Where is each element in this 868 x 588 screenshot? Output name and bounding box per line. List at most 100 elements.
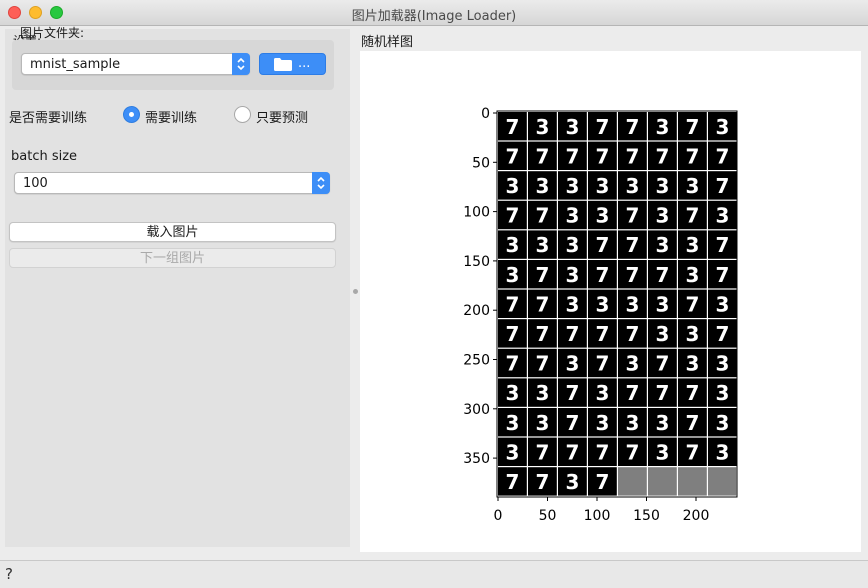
digit-glyph: 7 xyxy=(595,233,609,257)
digit-glyph: 7 xyxy=(685,115,699,139)
digit-glyph: 3 xyxy=(715,411,729,435)
digit-glyph: 3 xyxy=(565,233,579,257)
digit-glyph: 7 xyxy=(625,381,639,405)
empty-tile xyxy=(708,467,737,496)
empty-tile xyxy=(678,467,707,496)
y-tick-label: 200 xyxy=(463,303,490,319)
sample-image-plot: 7 3 3 7 7 3 7 37 7 7 7 7 7 7 73 3 3 3 3 3 3 77 7 3 3 7 3 7 33 3 3 7 7 3 3 7… xyxy=(463,106,738,524)
y-tick-label: 50 xyxy=(472,155,490,171)
digit-glyph: 7 xyxy=(505,322,519,346)
digit-glyph: 3 xyxy=(565,292,579,316)
y-tick-label: 350 xyxy=(463,451,490,467)
digit-glyph: 7 xyxy=(655,144,669,168)
digit-glyph: 7 xyxy=(595,144,609,168)
digit-glyph: 3 xyxy=(535,411,549,435)
load-images-button[interactable]: 载入图片 xyxy=(9,222,336,242)
batch-size-select[interactable]: 100 xyxy=(14,172,330,194)
digit-glyph: 3 xyxy=(715,292,729,316)
radio-need-training-label[interactable]: 需要训练 xyxy=(145,107,197,126)
digit-glyph: 3 xyxy=(565,115,579,139)
y-tick-label: 100 xyxy=(463,205,490,221)
digit-glyph: 3 xyxy=(535,233,549,257)
digit-glyph: 7 xyxy=(685,381,699,405)
digit-glyph: 3 xyxy=(655,440,669,464)
digit-glyph: 3 xyxy=(565,352,579,376)
digit-glyph: 7 xyxy=(565,440,579,464)
digit-glyph: 7 xyxy=(505,352,519,376)
digit-glyph: 7 xyxy=(535,440,549,464)
digit-glyph: 7 xyxy=(715,322,729,346)
digit-glyph: 7 xyxy=(625,115,639,139)
digit-glyph: 7 xyxy=(685,204,699,228)
digit-glyph: 7 xyxy=(715,174,729,198)
radio-need-training[interactable] xyxy=(123,106,140,123)
help-icon[interactable]: ? xyxy=(5,565,13,583)
digit-glyph: 7 xyxy=(535,352,549,376)
digit-glyph: 7 xyxy=(505,115,519,139)
digit-glyph: 7 xyxy=(595,352,609,376)
browse-button-label: ... xyxy=(298,56,311,71)
digit-glyph: 3 xyxy=(595,292,609,316)
digit-glyph: 3 xyxy=(655,411,669,435)
digit-glyph: 7 xyxy=(565,381,579,405)
digit-glyph: 3 xyxy=(715,204,729,228)
radio-predict-only[interactable] xyxy=(234,106,251,123)
digit-glyph: 3 xyxy=(535,381,549,405)
digit-glyph: 7 xyxy=(625,233,639,257)
digit-glyph: 3 xyxy=(505,381,519,405)
app-window: 图片加载器(Image Loader) 设置: 图片文件夹: mnist_sam… xyxy=(0,0,868,588)
digit-glyph: 7 xyxy=(595,470,609,494)
digit-glyph: 7 xyxy=(685,292,699,316)
digit-glyph: 3 xyxy=(595,411,609,435)
browse-folder-button[interactable]: ... xyxy=(259,53,326,75)
digit-glyph: 3 xyxy=(595,381,609,405)
x-tick-label: 100 xyxy=(584,508,611,524)
y-tick-label: 250 xyxy=(463,353,490,369)
digit-glyph: 7 xyxy=(595,263,609,287)
folder-label: 图片文件夹: xyxy=(20,26,85,40)
digit-glyph: 3 xyxy=(565,470,579,494)
digit-glyph: 3 xyxy=(565,204,579,228)
digit-glyph: 7 xyxy=(535,263,549,287)
preview-canvas: 7337737377777777333333377733737333377337… xyxy=(360,51,861,552)
digit-glyph: 3 xyxy=(715,381,729,405)
digit-glyph: 7 xyxy=(715,144,729,168)
digit-glyph: 7 xyxy=(685,144,699,168)
digit-glyph: 7 xyxy=(715,233,729,257)
folder-icon xyxy=(274,58,292,75)
digit-glyph: 7 xyxy=(565,411,579,435)
digit-glyph: 3 xyxy=(595,204,609,228)
next-batch-button: 下一组图片 xyxy=(9,248,336,268)
digit-glyph: 7 xyxy=(655,352,669,376)
digit-glyph: 7 xyxy=(505,204,519,228)
digit-glyph: 7 xyxy=(505,292,519,316)
folder-select[interactable]: mnist_sample xyxy=(21,53,250,75)
y-tick-label: 150 xyxy=(463,254,490,270)
train-question-label: 是否需要训练 xyxy=(9,111,88,126)
splitter-handle[interactable] xyxy=(353,289,358,294)
folder-select-value: mnist_sample xyxy=(30,57,121,72)
digit-glyph: 7 xyxy=(625,440,639,464)
updown-chevron-icon xyxy=(232,53,250,75)
digit-glyph: 3 xyxy=(625,174,639,198)
batch-size-value: 100 xyxy=(23,176,48,191)
status-bar: ? xyxy=(0,560,868,588)
batch-size-label: batch size xyxy=(11,149,78,164)
digit-glyph: 3 xyxy=(655,115,669,139)
x-tick-label: 50 xyxy=(539,508,557,524)
digit-glyph: 3 xyxy=(655,204,669,228)
digit-glyph: 7 xyxy=(655,381,669,405)
y-tick-label: 0 xyxy=(481,106,490,122)
digit-glyph: 7 xyxy=(535,322,549,346)
digit-glyph: 3 xyxy=(625,292,639,316)
digit-glyph: 3 xyxy=(685,263,699,287)
digit-glyph: 3 xyxy=(655,233,669,257)
digit-glyph: 7 xyxy=(595,322,609,346)
digit-glyph: 7 xyxy=(565,144,579,168)
digit-glyph: 3 xyxy=(685,322,699,346)
digit-glyph: 3 xyxy=(655,292,669,316)
x-tick-label: 150 xyxy=(633,508,660,524)
digit-glyph: 7 xyxy=(505,470,519,494)
digit-glyph: 3 xyxy=(535,115,549,139)
radio-predict-only-label[interactable]: 只要预测 xyxy=(256,107,308,126)
